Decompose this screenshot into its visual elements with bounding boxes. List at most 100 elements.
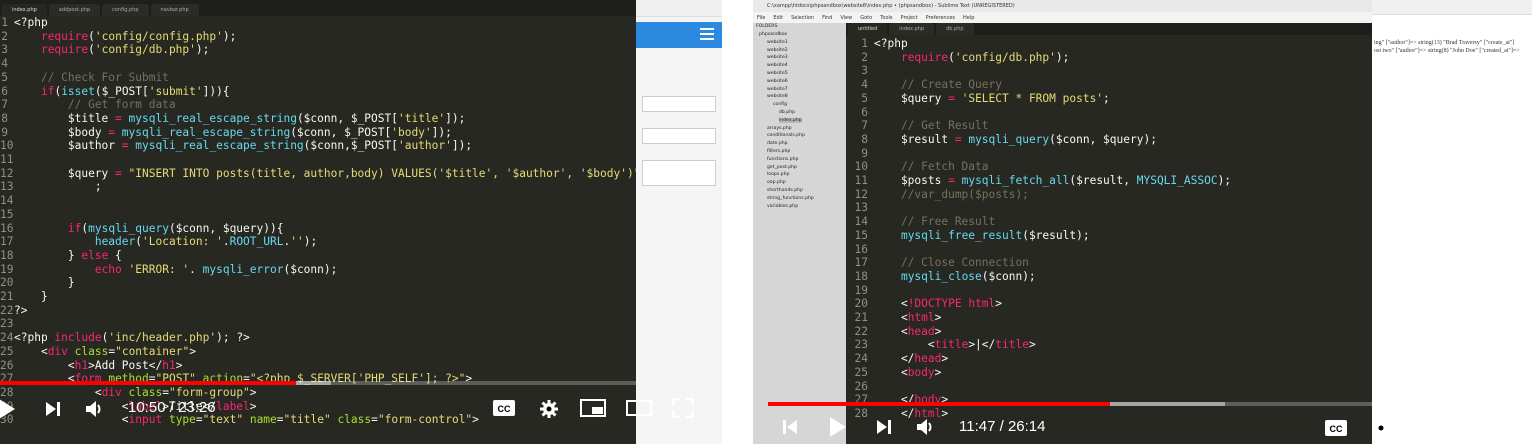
code-line[interactable]: <title>|</title> <box>874 338 1036 352</box>
sidebar-item[interactable]: arrays.php <box>767 126 792 131</box>
settings-icon[interactable] <box>1370 417 1392 439</box>
code-line[interactable]: <body> <box>874 366 941 380</box>
sidebar-item[interactable]: config <box>773 102 787 107</box>
code-line[interactable]: echo 'ERROR: '. mysqli_error($conn); <box>14 263 338 277</box>
editor-tab[interactable]: index.php <box>2 4 47 16</box>
sidebar-item[interactable]: conditionals.php <box>767 133 805 138</box>
right-progress-bar[interactable] <box>768 402 1529 406</box>
author-field[interactable] <box>642 128 716 144</box>
code-line[interactable]: <!DOCTYPE html> <box>874 297 1002 311</box>
code-line[interactable]: ?> <box>14 304 27 318</box>
next-icon[interactable] <box>44 400 62 418</box>
code-line[interactable]: // Close Connection <box>874 256 1029 270</box>
right-video-player[interactable]: C:\xampp\htdocs\phpsandbox\website8\inde… <box>753 0 1532 444</box>
settings-icon[interactable] <box>538 398 560 420</box>
code-line[interactable]: ; <box>14 180 102 194</box>
code-line[interactable]: $posts = mysqli_fetch_all($result, MYSQL… <box>874 174 1231 188</box>
code-line[interactable]: // Get Result <box>874 119 989 133</box>
code-line[interactable]: <?php <box>14 16 48 30</box>
menu-item[interactable]: View <box>840 15 852 21</box>
sidebar-item[interactable]: website3 <box>767 55 788 60</box>
code-line[interactable]: } <box>14 290 48 304</box>
volume-icon[interactable] <box>915 416 937 438</box>
sidebar-item[interactable]: website1 <box>767 40 788 45</box>
code-line[interactable]: $body = mysqli_real_escape_string($conn,… <box>14 126 452 140</box>
volume-icon[interactable] <box>84 398 106 420</box>
sidebar-item[interactable]: website5 <box>767 71 788 76</box>
fullscreen-icon[interactable] <box>1503 418 1525 438</box>
editor-tab[interactable]: config.php <box>102 4 149 16</box>
code-line[interactable]: mysqli_free_result($result); <box>874 229 1090 243</box>
sidebar-item[interactable]: website4 <box>767 63 788 68</box>
code-line[interactable]: require('config/db.php'); <box>14 43 209 57</box>
menu-item[interactable]: Edit <box>773 15 783 21</box>
theater-icon[interactable] <box>626 400 652 416</box>
sidebar-item[interactable]: string_functions.php <box>767 196 814 201</box>
code-line[interactable]: if(isset($_POST['submit'])){ <box>14 85 230 99</box>
code-line[interactable]: <?php include('inc/header.php'); ?> <box>14 331 250 345</box>
sidebar-item[interactable]: db.php <box>779 110 795 115</box>
sidebar-item[interactable]: loops.php <box>767 172 789 177</box>
code-line[interactable]: <?php <box>874 37 908 51</box>
sidebar-item[interactable]: website7 <box>767 87 788 92</box>
menu-item[interactable]: Selection <box>791 15 814 21</box>
sidebar-item[interactable]: filters.php <box>767 149 790 154</box>
menu-item[interactable]: Project <box>901 15 918 21</box>
code-line[interactable]: $query = "INSERT INTO posts(title, autho… <box>14 167 636 181</box>
code-line[interactable]: require('config/config.php'); <box>14 30 236 44</box>
sidebar-item[interactable]: shorthands.php <box>767 188 803 193</box>
miniplayer-icon[interactable] <box>1412 419 1438 437</box>
code-line[interactable]: <div class="form-group"> <box>14 386 257 400</box>
sidebar-item[interactable]: variables.php <box>767 204 798 209</box>
editor-tab[interactable]: untitled <box>848 23 888 35</box>
code-line[interactable]: // Check For Submit <box>14 71 169 85</box>
code-line[interactable]: <head> <box>874 325 941 339</box>
editor-tab[interactable]: db.php <box>936 23 974 35</box>
sidebar-item[interactable]: website6 <box>767 79 788 84</box>
code-line[interactable]: } else { <box>14 249 122 263</box>
theater-icon[interactable] <box>1457 420 1483 436</box>
menu-item[interactable]: Find <box>822 15 832 21</box>
menu-item[interactable]: Goto <box>860 15 872 21</box>
code-line[interactable]: </head> <box>874 352 948 366</box>
code-line[interactable]: $result = mysqli_query($conn, $query); <box>874 133 1157 147</box>
editor-tab[interactable]: index.php <box>889 23 935 35</box>
code-line[interactable]: require('config/db.php'); <box>874 51 1069 65</box>
sidebar-item[interactable]: date.php <box>767 141 788 146</box>
body-field[interactable] <box>642 160 716 186</box>
sidebar-item[interactable]: oop.php <box>767 180 786 185</box>
sidebar-item[interactable]: website8 <box>767 94 788 99</box>
left-video-player[interactable]: index.php addpost.php config.php navbar.php… <box>0 0 722 444</box>
previous-icon[interactable] <box>781 418 799 436</box>
code-line[interactable]: header('Location: '.ROOT_URL.''); <box>14 235 317 249</box>
menu-item[interactable]: Tools <box>880 15 892 21</box>
fullscreen-icon[interactable] <box>672 398 694 418</box>
code-line[interactable]: if(mysqli_query($conn, $query)){ <box>14 222 284 236</box>
menu-item[interactable]: Help <box>963 15 974 21</box>
code-line[interactable]: mysqli_close($conn); <box>874 270 1036 284</box>
code-line[interactable]: <div class="container"> <box>14 345 196 359</box>
menu-item[interactable]: File <box>757 15 765 21</box>
code-line[interactable]: $author = mysqli_real_escape_string($con… <box>14 139 472 153</box>
code-line[interactable]: <h1>Add Post</h1> <box>14 359 183 373</box>
sidebar-item[interactable]: functions.php <box>767 157 798 162</box>
next-icon[interactable] <box>875 418 893 436</box>
play-icon[interactable] <box>0 398 16 420</box>
sidebar-item[interactable]: phpsandbox <box>759 32 787 37</box>
code-line[interactable]: // Get form data <box>14 98 176 112</box>
sidebar-item[interactable]: website2 <box>767 48 788 53</box>
left-progress-bar[interactable] <box>0 381 636 385</box>
code-line[interactable]: $title = mysqli_real_escape_string($conn… <box>14 112 465 126</box>
code-line[interactable]: // Fetch Data <box>874 160 989 174</box>
code-line[interactable]: //var_dump($posts); <box>874 188 1029 202</box>
sidebar-item[interactable]: index.php <box>779 117 802 123</box>
hamburger-icon[interactable] <box>700 28 714 41</box>
captions-icon[interactable]: CC <box>492 399 516 417</box>
code-line[interactable]: } <box>14 276 75 290</box>
title-field[interactable] <box>642 96 716 112</box>
code-line[interactable]: $query = 'SELECT * FROM posts'; <box>874 92 1110 106</box>
editor-tab[interactable]: addpost.php <box>48 4 101 16</box>
menu-item[interactable]: Preferences <box>926 15 955 21</box>
sidebar-item[interactable]: get_post.php <box>767 165 797 170</box>
play-icon[interactable] <box>829 416 847 438</box>
